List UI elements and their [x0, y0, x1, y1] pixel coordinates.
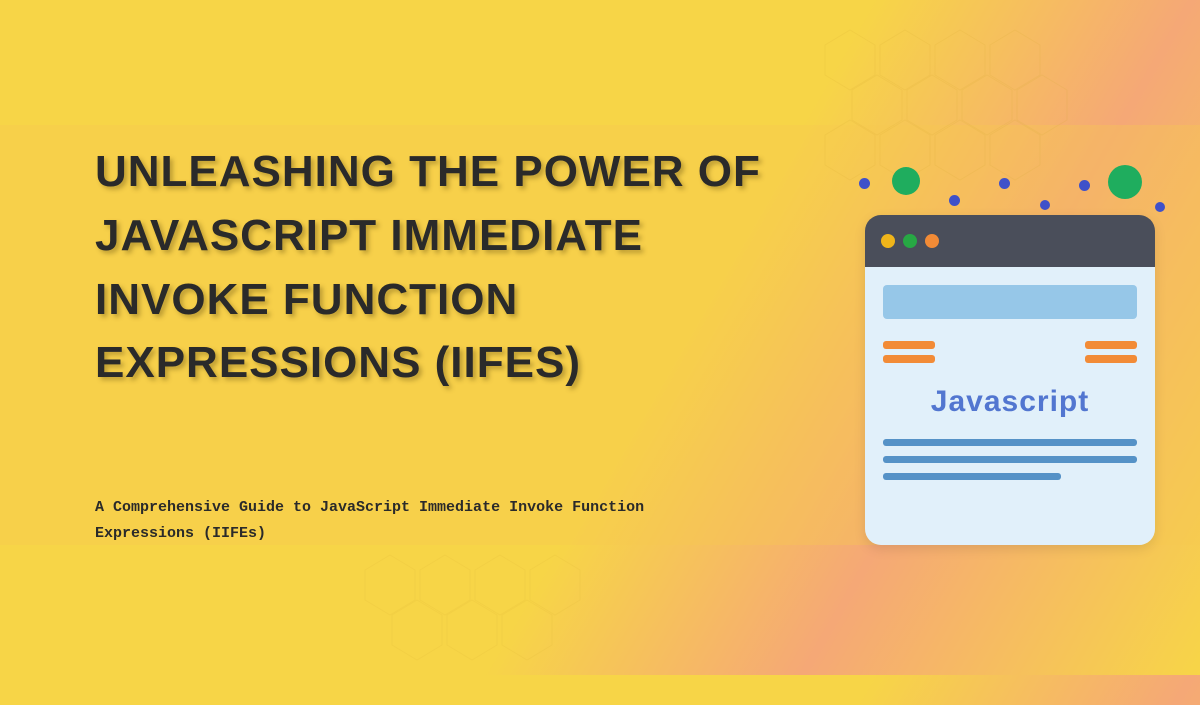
- browser-header-bar: [883, 285, 1137, 319]
- blue-line: [883, 456, 1137, 463]
- orange-bar: [883, 341, 935, 349]
- blue-line: [883, 439, 1137, 446]
- blue-line: [883, 473, 1061, 480]
- hexagon-decoration-top: [820, 20, 1100, 220]
- blue-lines: [883, 439, 1137, 480]
- decoration-dot: [1079, 180, 1090, 191]
- window-dot-green: [903, 234, 917, 248]
- decoration-dot: [1155, 202, 1165, 212]
- orange-bar: [1085, 341, 1137, 349]
- decoration-dot: [1108, 165, 1142, 199]
- decoration-dot: [1040, 200, 1050, 210]
- page-subtitle: A Comprehensive Guide to JavaScript Imme…: [95, 495, 685, 546]
- hexagon-decoration-bottom: [360, 545, 640, 705]
- orange-bars-right: [1085, 341, 1137, 363]
- browser-body: Javascript: [865, 267, 1155, 545]
- decoration-dot: [892, 167, 920, 195]
- window-dot-yellow: [881, 234, 895, 248]
- browser-titlebar: [865, 215, 1155, 267]
- javascript-label: Javascript: [883, 385, 1137, 419]
- orange-bars-row: [883, 333, 1137, 367]
- decoration-dot: [949, 195, 960, 206]
- orange-bar: [883, 355, 935, 363]
- orange-bar: [1085, 355, 1137, 363]
- decoration-dot: [999, 178, 1010, 189]
- window-dot-orange: [925, 234, 939, 248]
- orange-bars-left: [883, 341, 935, 363]
- browser-illustration: Javascript: [865, 215, 1155, 545]
- decoration-dot: [859, 178, 870, 189]
- page-title: UNLEASHING THE POWER OF JAVASCRIPT IMMED…: [95, 140, 815, 395]
